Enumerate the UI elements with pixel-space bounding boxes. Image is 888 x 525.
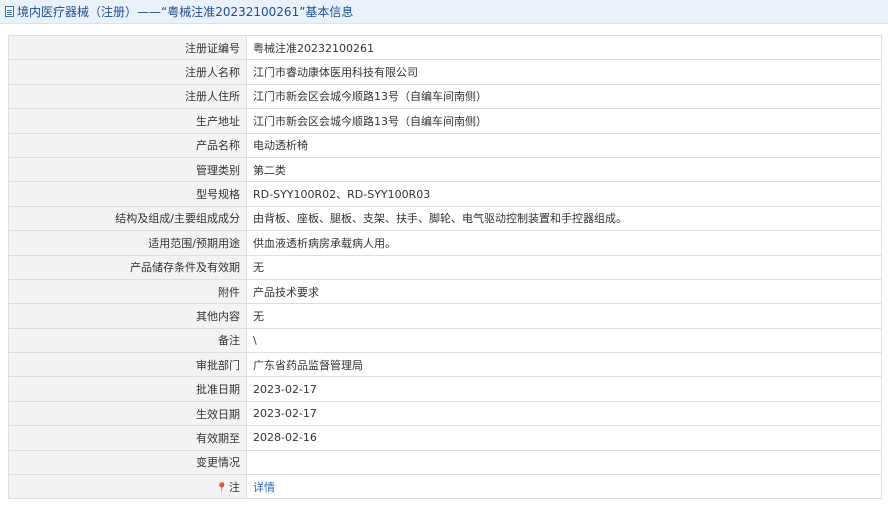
row-value: 第二类 bbox=[246, 156, 882, 183]
row-label: 备注 bbox=[8, 327, 247, 354]
row-label: 注册证编号 bbox=[8, 34, 247, 61]
row-value: 产品技术要求 bbox=[246, 278, 882, 305]
row-value: 广东省药品监督管理局 bbox=[246, 352, 882, 378]
note-value-cell: 详情 bbox=[246, 474, 882, 500]
row-label: 有效期至 bbox=[8, 425, 247, 451]
row-label: 型号规格 bbox=[8, 181, 247, 207]
row-value: 无 bbox=[246, 303, 882, 329]
row-value: 电动透析椅 bbox=[246, 132, 882, 158]
row-value: 江门市新会区会城今顺路13号（自编车间南侧） bbox=[246, 83, 882, 110]
table-row: 生效日期 2023-02-17 bbox=[8, 400, 882, 427]
row-value: 2028-02-16 bbox=[246, 425, 882, 451]
document-icon bbox=[5, 6, 14, 17]
table-row: 产品储存条件及有效期 无 bbox=[8, 254, 882, 280]
table-row: 附件 产品技术要求 bbox=[8, 278, 882, 305]
row-value: 无 bbox=[246, 254, 882, 280]
page-header: 境内医疗器械（注册）——“粤械注准20232100261”基本信息 bbox=[0, 0, 888, 24]
row-value: 粤械注准20232100261 bbox=[246, 34, 882, 61]
table-row: 其他内容 无 bbox=[8, 303, 882, 329]
row-value: RD-SYY100R02、RD-SYY100R03 bbox=[246, 181, 882, 207]
row-label: 产品名称 bbox=[8, 132, 247, 158]
info-table-container: 注册证编号 粤械注准20232100261 注册人名称 江门市睿动康体医用科技有… bbox=[8, 34, 882, 500]
details-link[interactable]: 详情 bbox=[253, 481, 275, 494]
row-value: 江门市新会区会城今顺路13号（自编车间南侧） bbox=[246, 108, 882, 134]
note-label-cell: 📍注 bbox=[8, 474, 247, 500]
table-row: 管理类别 第二类 bbox=[8, 156, 882, 183]
row-label: 适用范围/预期用途 bbox=[8, 230, 247, 256]
table-row: 生产地址 江门市新会区会城今顺路13号（自编车间南侧） bbox=[8, 108, 882, 134]
row-label: 管理类别 bbox=[8, 156, 247, 183]
table-row: 注册人名称 江门市睿动康体医用科技有限公司 bbox=[8, 59, 882, 85]
row-label: 附件 bbox=[8, 278, 247, 305]
table-row: 型号规格 RD-SYY100R02、RD-SYY100R03 bbox=[8, 181, 882, 207]
table-row: 注册证编号 粤械注准20232100261 bbox=[8, 34, 882, 61]
row-value bbox=[246, 449, 882, 476]
row-label: 其他内容 bbox=[8, 303, 247, 329]
table-row: 适用范围/预期用途 供血液透析病房承载病人用。 bbox=[8, 230, 882, 256]
row-label: 产品储存条件及有效期 bbox=[8, 254, 247, 280]
row-value: 2023-02-17 bbox=[246, 400, 882, 427]
row-label: 生产地址 bbox=[8, 108, 247, 134]
table-row: 审批部门 广东省药品监督管理局 bbox=[8, 352, 882, 378]
table-row: 注册人住所 江门市新会区会城今顺路13号（自编车间南侧） bbox=[8, 83, 882, 110]
row-label: 审批部门 bbox=[8, 352, 247, 378]
row-label: 生效日期 bbox=[8, 400, 247, 427]
table-row: 变更情况 bbox=[8, 449, 882, 476]
row-value: \ bbox=[246, 327, 882, 354]
row-value: 供血液透析病房承载病人用。 bbox=[246, 230, 882, 256]
table-row: 备注 \ bbox=[8, 327, 882, 354]
row-label: 注册人名称 bbox=[8, 59, 247, 85]
table-row: 结构及组成/主要组成成分 由背板、座板、腿板、支架、扶手、脚轮、电气驱动控制装置… bbox=[8, 205, 882, 232]
info-table-body: 注册证编号 粤械注准20232100261 注册人名称 江门市睿动康体医用科技有… bbox=[8, 34, 882, 500]
row-label: 结构及组成/主要组成成分 bbox=[8, 205, 247, 232]
row-label: 变更情况 bbox=[8, 449, 247, 476]
table-row: 有效期至 2028-02-16 bbox=[8, 425, 882, 451]
pin-icon: 📍 bbox=[215, 482, 228, 494]
table-row: 产品名称 电动透析椅 bbox=[8, 132, 882, 158]
note-row: 📍注 详情 bbox=[8, 474, 882, 500]
table-row: 批准日期 2023-02-17 bbox=[8, 376, 882, 402]
row-value: 2023-02-17 bbox=[246, 376, 882, 402]
row-value: 由背板、座板、腿板、支架、扶手、脚轮、电气驱动控制装置和手控器组成。 bbox=[246, 205, 882, 232]
note-label: 注 bbox=[229, 480, 240, 494]
info-table: 注册证编号 粤械注准20232100261 注册人名称 江门市睿动康体医用科技有… bbox=[8, 34, 882, 500]
page-title: 境内医疗器械（注册）——“粤械注准20232100261”基本信息 bbox=[17, 5, 354, 19]
row-label: 批准日期 bbox=[8, 376, 247, 402]
row-label: 注册人住所 bbox=[8, 83, 247, 110]
row-value: 江门市睿动康体医用科技有限公司 bbox=[246, 59, 882, 85]
